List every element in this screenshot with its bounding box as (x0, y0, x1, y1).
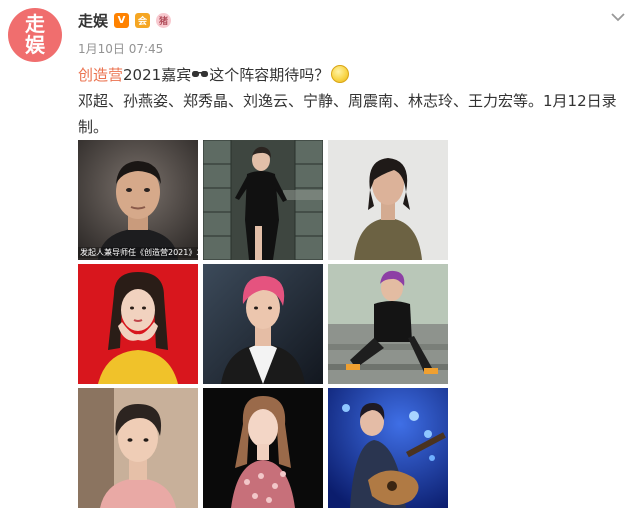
photo-caption: 发起人兼导师任《创造营2021》发起人导 (78, 247, 198, 258)
smiley-icon (331, 64, 350, 83)
post-line-2: 邓超、孙燕姿、郑秀晶、刘逸云、宁静、周震南、林志玲、王力宏等。1月12日录 (78, 92, 617, 110)
sunglasses-icon (192, 71, 209, 77)
post-line-1: 创造营2021嘉宾 这个阵容期待吗？ (78, 62, 626, 88)
avatar-text-top: 走 (25, 12, 45, 36)
photo-thumbnail-6[interactable] (328, 264, 448, 384)
avatar-text-bottom: 娱 (25, 33, 45, 57)
pig-badge-icon[interactable]: 猪 (156, 13, 172, 28)
photo-thumbnail-1[interactable]: 发起人兼导师任《创造营2021》发起人导 (78, 140, 198, 260)
photo-thumbnail-7[interactable] (78, 388, 198, 508)
chevron-down-icon (611, 12, 625, 21)
post-text-part2: 这个阵容期待吗？ (209, 66, 330, 84)
topic-link[interactable]: 创造营 (78, 66, 123, 84)
photo-grid: 发起人兼导师任《创造营2021》发起人导 (78, 140, 448, 508)
account-avatar[interactable]: 走 娱 (8, 8, 62, 62)
photo-thumbnail-4[interactable] (78, 264, 198, 384)
account-header: 走娱 V 会 猪 (78, 10, 172, 31)
photo-thumbnail-2[interactable] (203, 140, 323, 260)
photo-thumbnail-8[interactable] (203, 388, 323, 508)
photo-thumbnail-3[interactable] (328, 140, 448, 260)
post-text: 创造营2021嘉宾 这个阵容期待吗？ 邓超、孙燕姿、郑秀晶、刘逸云、宁静、周震南、… (78, 62, 626, 140)
post-text-part1: 2021嘉宾 (123, 66, 192, 84)
member-badge-icon[interactable]: 会 (135, 13, 151, 28)
post-menu-button[interactable] (609, 8, 627, 26)
verified-badge-icon[interactable]: V (114, 13, 130, 28)
photo-thumbnail-9[interactable] (328, 388, 448, 508)
account-name[interactable]: 走娱 (78, 10, 108, 31)
post-timestamp[interactable]: 1月10日 07:45 (78, 40, 163, 57)
post-line-3: 制。 (78, 118, 109, 136)
photo-thumbnail-5[interactable] (203, 264, 323, 384)
